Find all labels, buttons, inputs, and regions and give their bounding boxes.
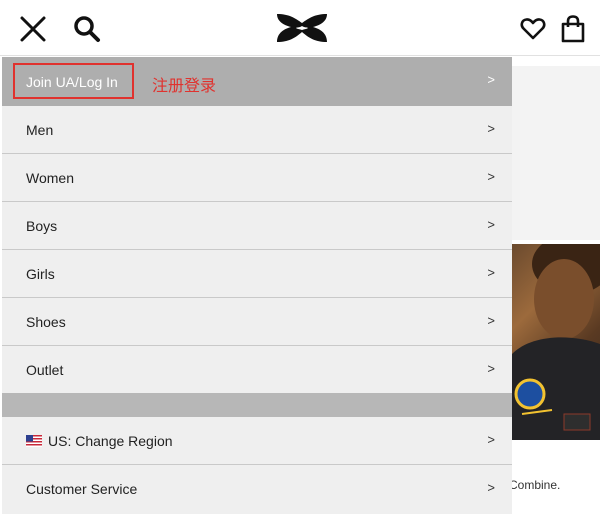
- chevron-right-icon: >: [487, 169, 495, 184]
- wishlist-button[interactable]: [514, 10, 552, 48]
- chevron-right-icon: >: [487, 313, 495, 328]
- menu-item-men[interactable]: Men >: [2, 106, 512, 154]
- menu-item-women[interactable]: Women >: [2, 154, 512, 202]
- search-button[interactable]: [68, 10, 106, 48]
- menu-item-girls[interactable]: Girls >: [2, 250, 512, 298]
- close-menu-button[interactable]: [14, 10, 52, 48]
- chevron-right-icon: >: [487, 265, 495, 280]
- menu-item-outlet[interactable]: Outlet >: [2, 346, 512, 394]
- background-caption: Combine.: [509, 478, 561, 492]
- us-flag-icon: [26, 435, 42, 447]
- change-region-row[interactable]: US: Change Region >: [2, 417, 512, 465]
- background-product-image: [512, 244, 600, 440]
- close-icon: [20, 16, 46, 42]
- join-login-label: Join UA/Log In: [26, 74, 118, 90]
- under-armour-logo[interactable]: [272, 8, 332, 48]
- athlete-image: [512, 244, 600, 440]
- menu-separator: [2, 393, 512, 417]
- chevron-right-icon: >: [487, 432, 495, 447]
- chevron-right-icon: >: [487, 361, 495, 376]
- chevron-right-icon: >: [487, 121, 495, 136]
- shopping-bag-button[interactable]: [554, 10, 592, 48]
- chevron-right-icon: >: [487, 217, 495, 232]
- logo-icon: [277, 14, 327, 42]
- annotation-text: 注册登录: [152, 78, 217, 95]
- join-login-row[interactable]: Join UA/Log In 注册登录 >: [2, 57, 512, 106]
- menu-item-shoes[interactable]: Shoes >: [2, 298, 512, 346]
- menu-item-label: Outlet: [26, 362, 64, 378]
- chevron-right-icon: >: [487, 72, 495, 87]
- heart-icon: [520, 18, 546, 40]
- menu-item-label: Women: [26, 170, 74, 186]
- search-icon: [74, 16, 100, 42]
- top-navigation-bar: [0, 0, 600, 56]
- menu-item-label: Shoes: [26, 314, 66, 330]
- customer-service-row[interactable]: Customer Service >: [2, 465, 512, 513]
- menu-item-boys[interactable]: Boys >: [2, 202, 512, 250]
- chevron-right-icon: >: [487, 480, 495, 495]
- navigation-menu: Join UA/Log In 注册登录 > Men > Women > Boys…: [2, 57, 512, 514]
- menu-item-label: Boys: [26, 218, 58, 234]
- background-banner: [512, 66, 600, 240]
- customer-service-label: Customer Service: [26, 481, 138, 497]
- change-region-label: US: Change Region: [48, 433, 173, 449]
- menu-item-label: Men: [26, 122, 54, 138]
- menu-item-label: Girls: [26, 266, 55, 282]
- shopping-bag-icon: [561, 15, 585, 43]
